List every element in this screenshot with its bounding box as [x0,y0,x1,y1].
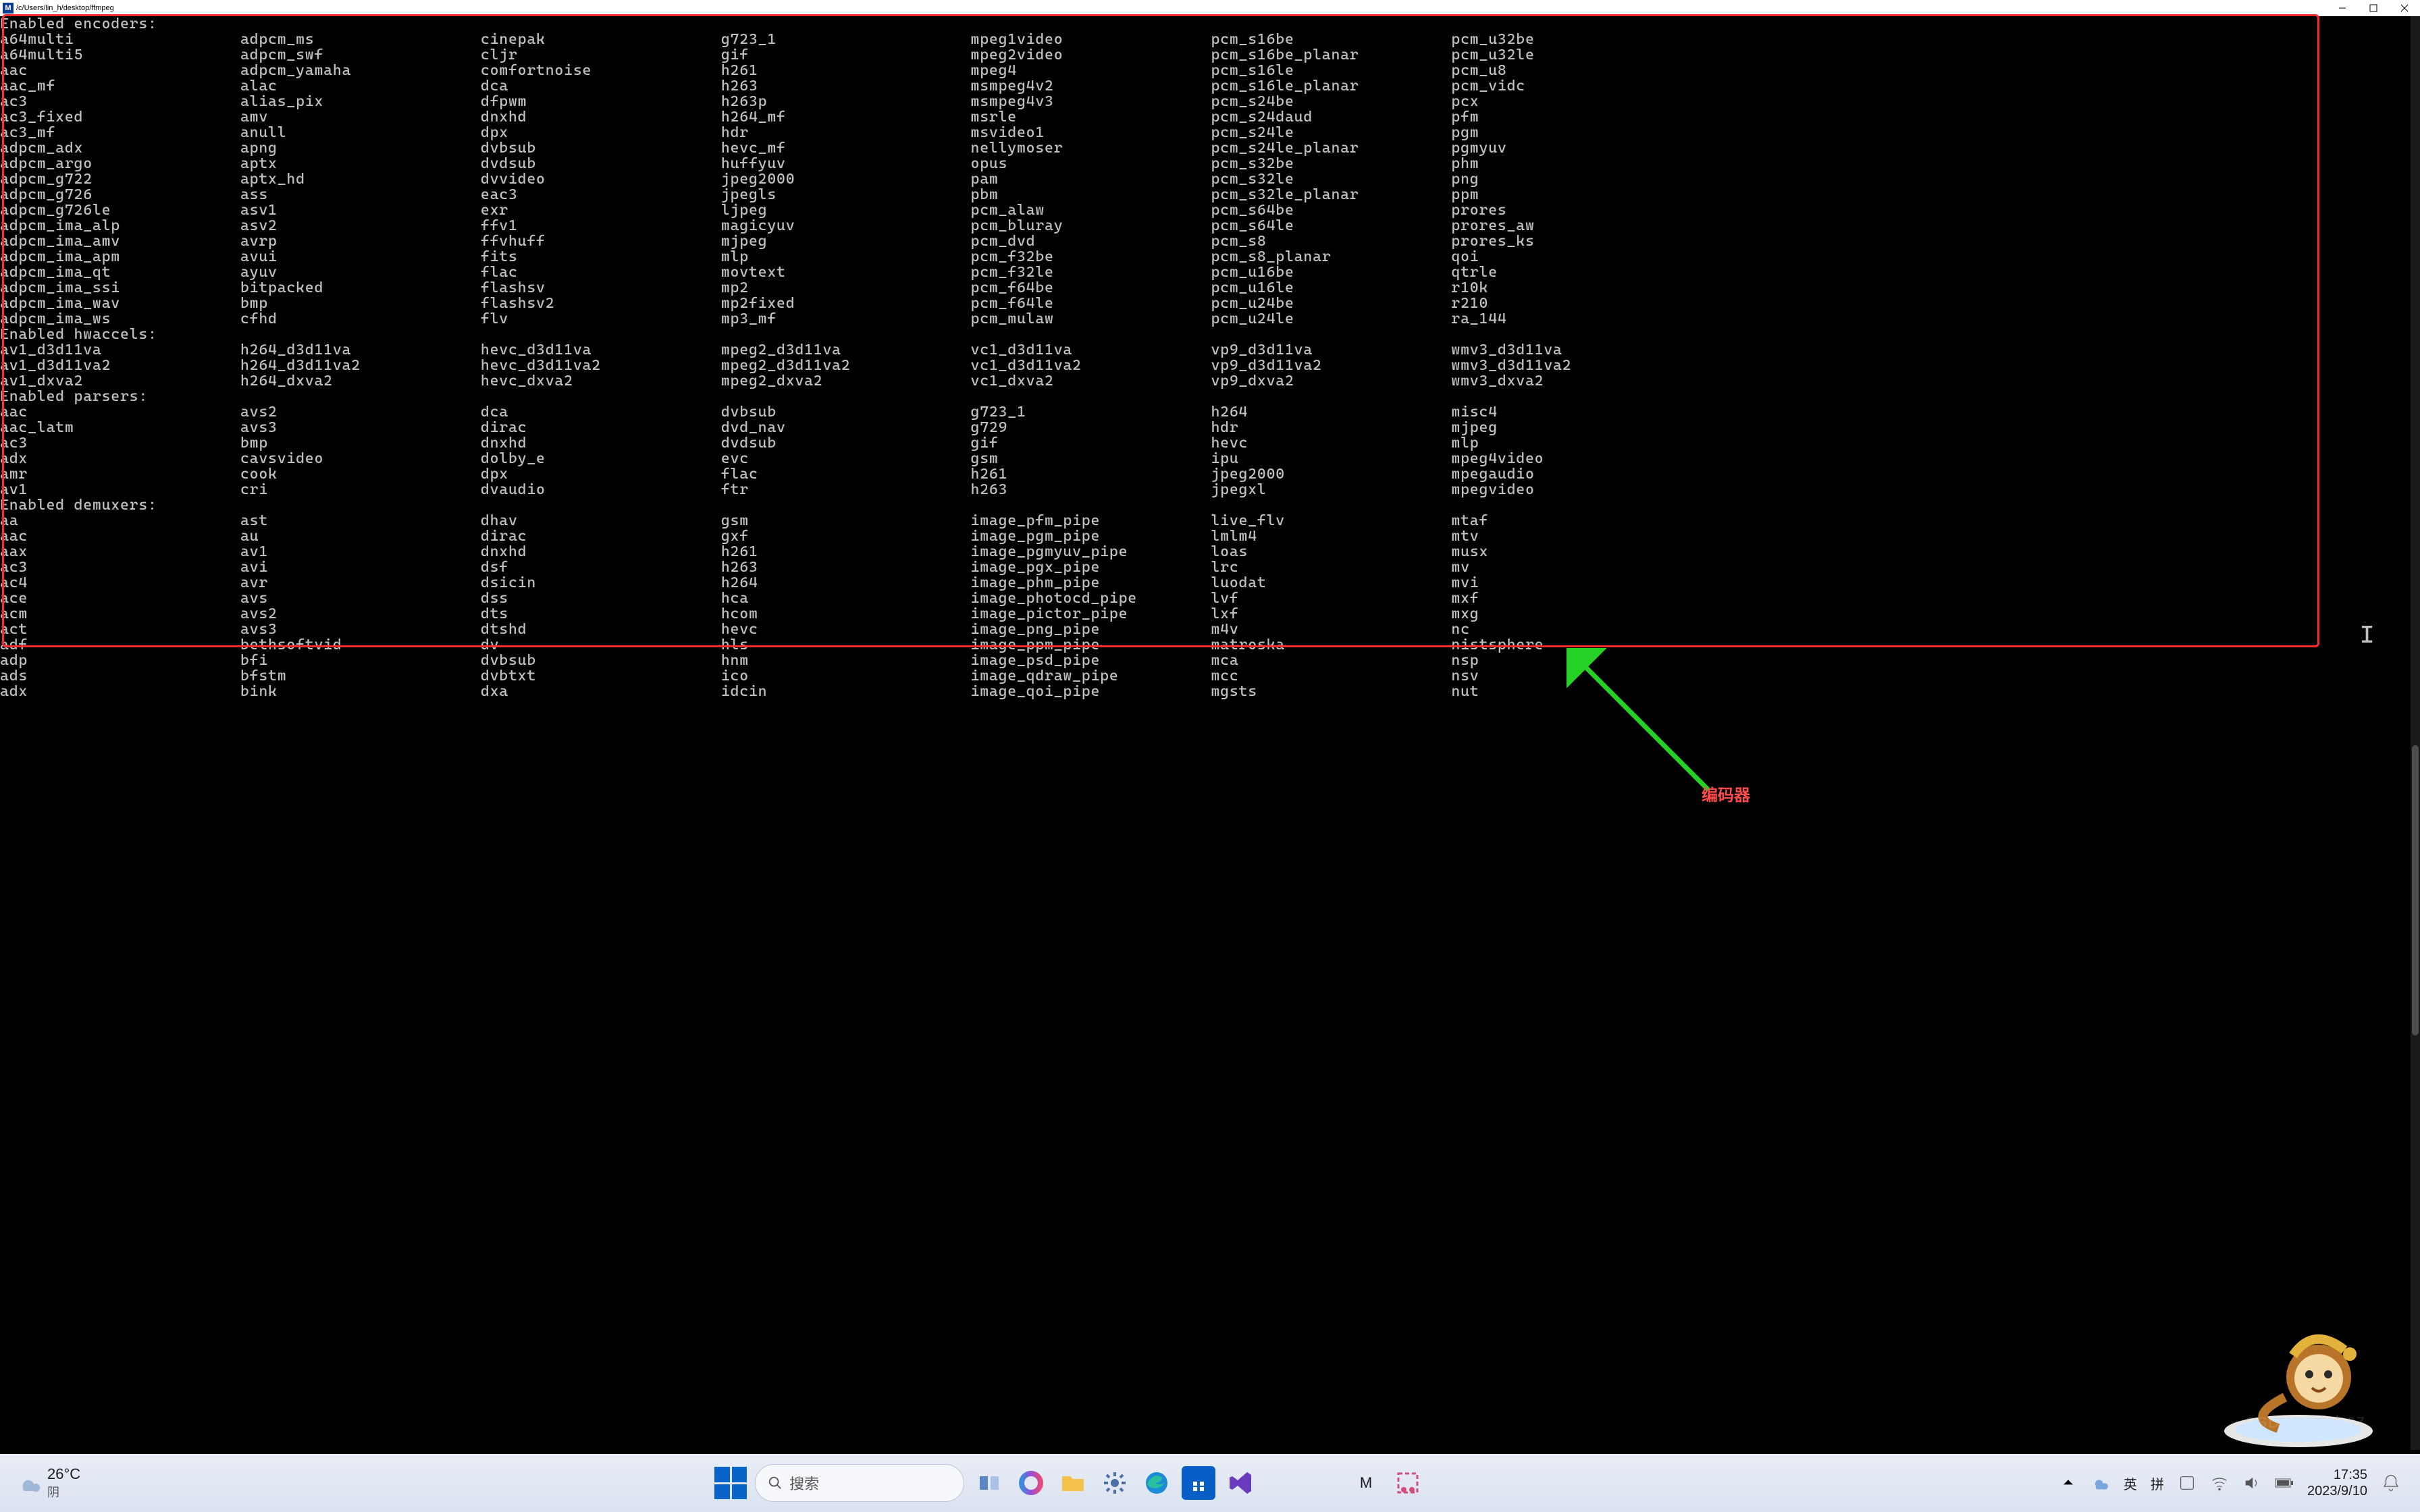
vertical-scrollbar[interactable] [2411,16,2420,1450]
battery-icon[interactable] [2275,1474,2294,1492]
visual-studio-icon[interactable] [1224,1466,1257,1500]
maximize-button[interactable] [2358,0,2389,16]
titlebar: M /c/Users/lin_h/desktop/ffmpeg [0,0,2420,16]
tray-onedrive-icon[interactable] [2091,1474,2110,1492]
minimize-button[interactable] [2327,0,2358,16]
ime-lang-1[interactable]: 英 [2124,1474,2137,1493]
text-cursor: I [2360,621,2374,649]
window-title: /c/Users/lin_h/desktop/ffmpeg [16,4,114,12]
close-button[interactable] [2389,0,2420,16]
taskbar-search[interactable]: 搜索 [755,1464,964,1502]
app-icon: M [3,3,14,14]
weather-widget[interactable]: 26°C 阴 [16,1465,80,1501]
search-placeholder: 搜索 [789,1472,819,1494]
clock-time: 17:35 [2307,1467,2367,1483]
msys2-icon[interactable]: M [1349,1466,1383,1500]
store-icon[interactable] [1182,1466,1215,1500]
terminal-output[interactable]: Enabled encoders:a64multi adpcm_ms cinep… [0,16,2420,1454]
notification-icon[interactable] [2381,1473,2401,1493]
weather-temp: 26°C [47,1465,80,1483]
start-button[interactable] [714,1467,747,1499]
clock-date: 2023/9/10 [2307,1483,2367,1499]
taskbar: 26°C 阴 搜索 M 英 拼 17:35 2023/9/10 [0,1454,2420,1512]
wifi-icon[interactable] [2210,1474,2229,1492]
volume-icon[interactable] [2242,1474,2261,1492]
tray-chevron-icon[interactable] [2059,1474,2078,1492]
task-view-icon[interactable] [972,1466,1006,1500]
snip-icon[interactable] [1391,1466,1425,1500]
edge-icon[interactable] [1140,1466,1174,1500]
clock[interactable]: 17:35 2023/9/10 [2307,1467,2367,1499]
weather-cond: 阴 [47,1483,80,1501]
copilot-icon[interactable] [1014,1466,1048,1500]
red-grid-icon[interactable] [1307,1466,1341,1500]
green-app-icon[interactable] [1265,1466,1299,1500]
ime-lang-2[interactable]: 拼 [2151,1474,2164,1493]
settings-icon[interactable] [1098,1466,1132,1500]
scrollbar-thumb[interactable] [2412,745,2419,1035]
ime-tool-icon[interactable] [2178,1474,2197,1492]
file-explorer-icon[interactable] [1056,1466,1090,1500]
